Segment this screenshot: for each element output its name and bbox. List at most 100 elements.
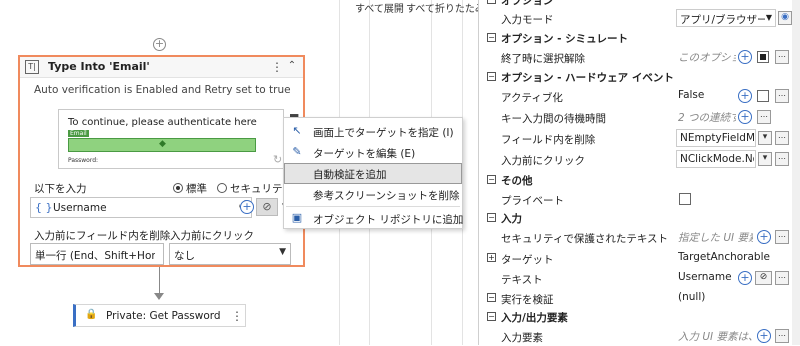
more-icon[interactable]: … (775, 271, 789, 285)
chevron-down-icon: ▼ (279, 247, 286, 257)
edit-icon: ✎ (292, 145, 302, 158)
plus-menu-icon[interactable]: + (757, 329, 771, 343)
more-icon[interactable]: … (775, 89, 789, 103)
type-into-icon: T| (25, 60, 39, 74)
activity-header: T| Type Into 'Email' ⋮ ⌃ (20, 57, 303, 78)
eye-icon[interactable]: ◉ (778, 11, 792, 25)
radio-on-icon (173, 183, 183, 193)
anchor-diamond-icon: ◆ (159, 139, 166, 149)
prop-deselect: 終了時に選択解除 このオプション... + … (479, 47, 800, 67)
collapse-section-icon[interactable]: − (487, 312, 496, 321)
collapse-section-icon[interactable]: − (487, 33, 496, 42)
radio-off-icon (217, 183, 227, 193)
section-simulate[interactable]: − オプション - シミュレート (479, 28, 800, 47)
get-password-activity-card[interactable]: 🔒 Private: Get Password ⋮ (73, 304, 246, 327)
more-icon[interactable]: … (757, 110, 771, 124)
clear-field-select[interactable]: NEmptyFieldMc (676, 129, 756, 147)
add-activity-icon[interactable]: + (153, 38, 166, 51)
type-into-activity-card[interactable]: T| Type Into 'Email' ⋮ ⌃ Auto verificati… (18, 55, 313, 267)
lock-icon: 🔒 (85, 309, 98, 320)
expand-section-icon[interactable]: + (487, 253, 496, 262)
screenshot-email-label: Email (68, 130, 89, 137)
input-mode-dropdown[interactable]: アプリ/ブラウザーと同 ▼ (676, 9, 776, 27)
hide-text-icon[interactable]: ⊘ (256, 198, 278, 216)
refresh-icon[interactable]: ↻ (273, 153, 282, 166)
prop-target: + ターゲット TargetAnchorable (487, 251, 770, 266)
collapse-section-icon[interactable]: − (487, 293, 496, 302)
private-checkbox[interactable] (679, 193, 691, 205)
prop-activate: アクティブ化 False + … (479, 86, 800, 106)
plus-menu-icon[interactable]: + (738, 110, 752, 124)
menu-separator (286, 206, 460, 207)
text-input-value: Username (53, 202, 107, 214)
menu-item-indicate-target[interactable]: ↖ 画面上でターゲットを指定 (I) (284, 121, 462, 142)
chevron-down-icon: ▼ (765, 13, 772, 22)
verify-value: (null) (678, 291, 706, 303)
clear-field-label: 入力前にフィールド内を削除 (34, 230, 171, 242)
plus-menu-icon[interactable]: + (757, 230, 771, 244)
verification-status: Auto verification is Enabled and Retry s… (34, 84, 291, 96)
screenshot-prompt: To continue, please authenticate here (68, 117, 257, 128)
more-icon[interactable]: … (775, 329, 789, 343)
cursor-icon: ↖ (292, 124, 302, 137)
collapse-section-icon[interactable]: − (487, 72, 496, 81)
collapse-section-icon[interactable]: − (487, 0, 496, 4)
activity-menu-icon[interactable]: ⋮ (231, 310, 243, 322)
deselect-input[interactable]: このオプション... (678, 50, 736, 65)
scrollbar[interactable] (792, 0, 800, 345)
clear-field-dropdown[interactable]: 単一行 (End、Shift+Hom (30, 243, 164, 265)
flow-connector (159, 267, 160, 296)
prop-click-before: 入力前にクリック NClickMode.No ▾ … (479, 149, 800, 169)
plus-menu-icon[interactable]: + (738, 89, 752, 103)
flow-arrow-icon (154, 293, 164, 300)
click-before-select[interactable]: NClickMode.No (676, 150, 756, 168)
click-before-value: なし (174, 250, 195, 262)
hide-text-icon[interactable]: ⊘ (755, 271, 772, 285)
chevron-down-icon[interactable]: ▾ (758, 152, 772, 166)
collapse-section-icon[interactable]: − (487, 213, 496, 222)
checkbox-indeterminate[interactable] (757, 51, 769, 63)
key-delay-input[interactable]: 2 つの連続するキ (678, 110, 736, 125)
more-icon[interactable]: … (775, 152, 789, 166)
expand-all-link[interactable]: すべて展開 (355, 0, 404, 15)
chevron-down-icon[interactable]: ▾ (758, 131, 772, 145)
section-io-element[interactable]: − 入力/出力要素 (479, 307, 800, 326)
collapse-icon[interactable]: ⌃ (286, 60, 298, 74)
section-hardware-events[interactable]: − オプション - ハードウェア イベント (479, 67, 800, 86)
section-input[interactable]: − 入力 (479, 208, 800, 227)
activate-value[interactable]: False (678, 89, 704, 101)
collapse-all-link[interactable]: すべて折りたたみ (406, 0, 485, 15)
target-value: TargetAnchorable (678, 251, 770, 263)
target-highlight: ◆ (68, 138, 256, 152)
plus-menu-icon[interactable]: + (240, 200, 254, 214)
activate-checkbox[interactable] (757, 90, 769, 102)
prop-text: テキスト Username + ⊘ … (479, 268, 800, 288)
text-value[interactable]: Username (678, 271, 732, 283)
menu-item-add-verification[interactable]: 自動検証を追加 (284, 163, 462, 184)
input-element-input[interactable]: 入力 UI 要素は、 (678, 329, 753, 344)
menu-item-remove-screenshot[interactable]: 参考スクリーンショットを削除 (284, 184, 462, 205)
variable-icon: { } (35, 201, 53, 214)
prop-key-delay: キー入力間の待機時間 2 つの連続するキ + … (479, 107, 800, 127)
radio-standard[interactable]: 標準 (173, 181, 207, 196)
prop-input-mode: 入力モード アプリ/ブラウザーと同 ▼ ◉ (479, 8, 800, 28)
prop-private: プライベート (479, 189, 800, 209)
collapse-section-icon[interactable]: − (487, 175, 496, 184)
more-icon[interactable]: … (775, 230, 789, 244)
click-before-dropdown[interactable]: なし ▼ (169, 243, 291, 265)
text-input[interactable]: { } Username ⤢ (30, 197, 252, 218)
menu-item-add-to-repository[interactable]: ▣ オブジェクト リポジトリに追加 (284, 208, 464, 229)
context-menu: ↖ 画面上でターゲットを指定 (I) ✎ ターゲットを編集 (E) 自動検証を追… (283, 117, 463, 229)
menu-item-edit-target[interactable]: ✎ ターゲットを編集 (E) (284, 142, 462, 163)
prop-input-element: 入力要素 入力 UI 要素は、 + … (479, 326, 800, 346)
repository-icon: ▣ (291, 211, 303, 224)
more-icon[interactable]: … (775, 131, 789, 145)
plus-menu-icon[interactable]: + (738, 271, 752, 285)
plus-menu-icon[interactable]: + (738, 50, 752, 64)
secure-text-input[interactable]: 指定した UI 要素 (678, 230, 753, 245)
section-misc[interactable]: − その他 (479, 170, 800, 189)
target-screenshot[interactable]: To continue, please authenticate here Em… (58, 109, 299, 169)
more-icon[interactable]: … (775, 50, 789, 64)
input-label: 以下を入力 (34, 183, 87, 195)
activity-menu-icon[interactable]: ⋮ (271, 61, 283, 73)
